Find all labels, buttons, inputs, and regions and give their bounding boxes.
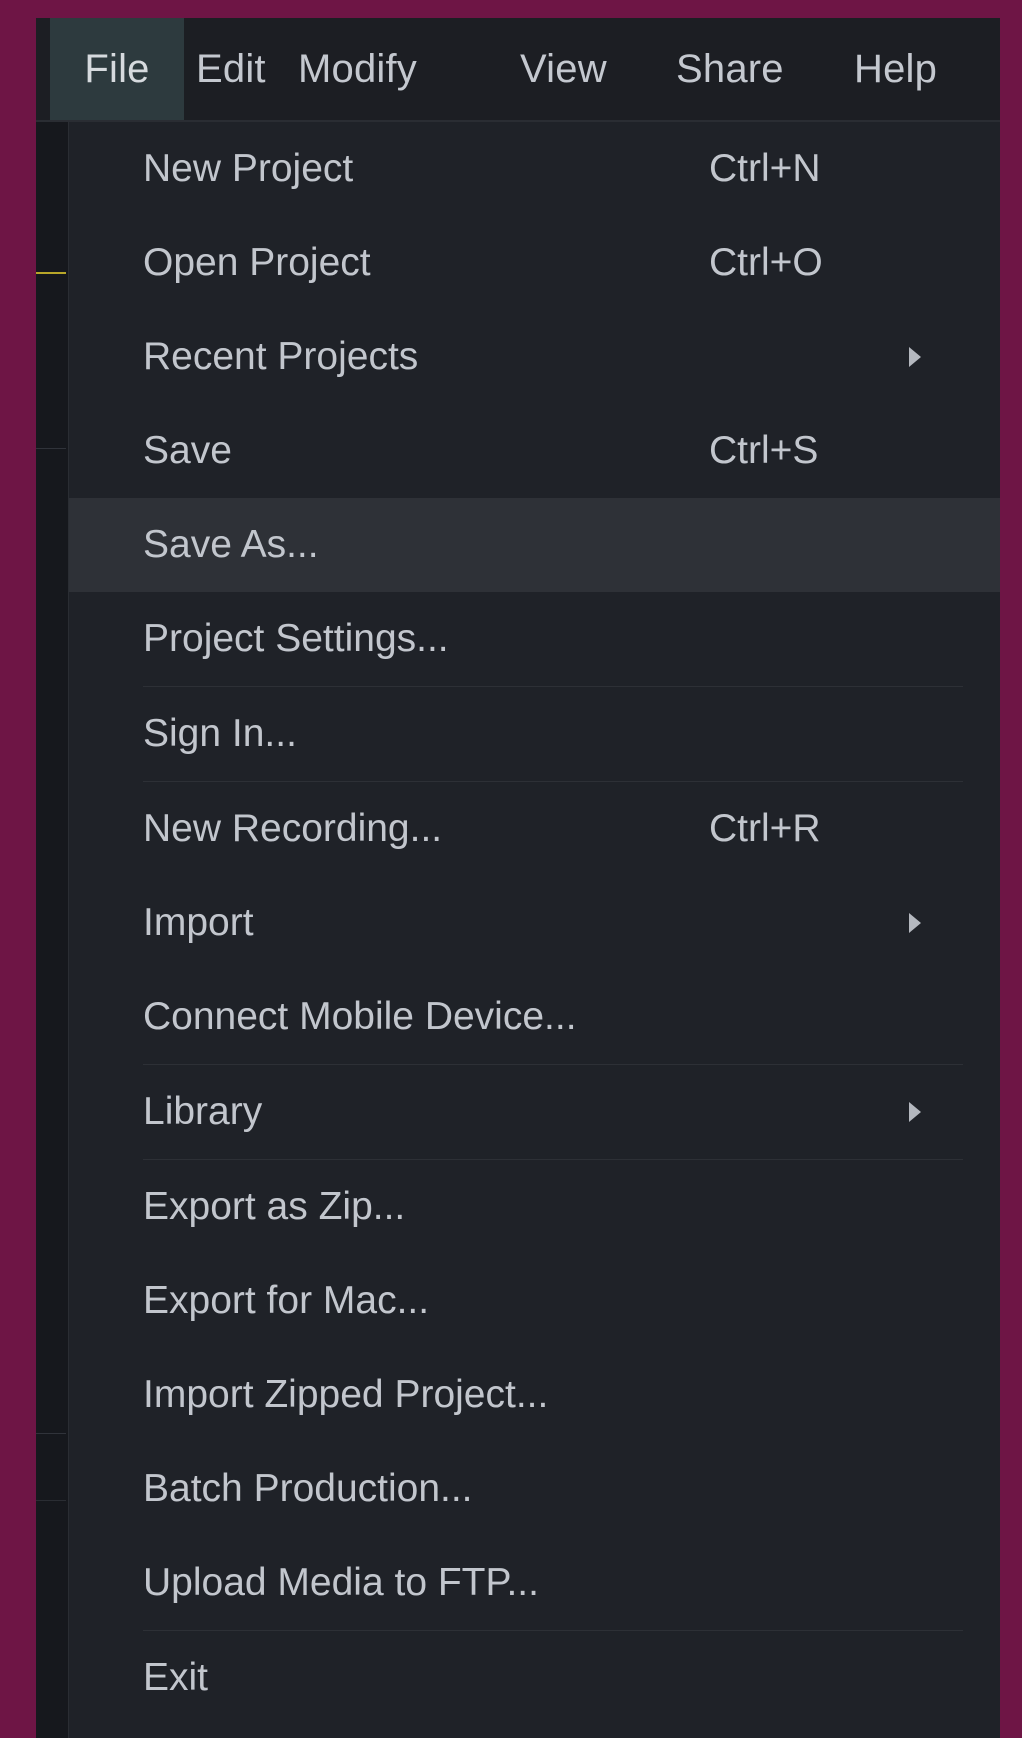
menu-item-label: Recent Projects [143,335,419,378]
menu-item-label: Exit [143,1656,209,1699]
menu-item-recent-projects[interactable]: Recent Projects [69,310,1000,404]
menu-item-shortcut: Ctrl+S [709,429,819,472]
menu-item-label: Library [143,1090,263,1133]
menu-item-label: Export as Zip... [143,1185,406,1228]
menu-item-label: Batch Production... [143,1467,473,1510]
menu-item-connect-mobile-device[interactable]: Connect Mobile Device... [69,970,1000,1064]
menu-edit[interactable]: Edit [196,18,266,120]
menu-item-import[interactable]: Import [69,876,1000,970]
menu-item-shortcut: Ctrl+R [709,807,821,850]
menu-item-new-recording[interactable]: New Recording... Ctrl+R [69,782,1000,876]
chevron-right-icon [909,913,921,933]
menu-view[interactable]: View [520,18,607,120]
menu-item-label: Project Settings... [143,617,449,660]
menu-item-label: New Recording... [143,807,443,850]
panel-divider [36,1433,66,1434]
menu-item-shortcut: Ctrl+O [709,241,823,284]
menu-item-import-zipped-project[interactable]: Import Zipped Project... [69,1348,1000,1442]
app-window: File Edit Modify View Share Help New Pro… [36,18,1000,1738]
menu-item-project-settings[interactable]: Project Settings... [69,592,1000,686]
panel-divider [36,448,66,449]
chevron-right-icon [909,1102,921,1122]
menu-item-batch-production[interactable]: Batch Production... [69,1442,1000,1536]
menu-item-label: Save [143,429,232,472]
menu-item-label: Import [143,901,254,944]
menu-item-exit[interactable]: Exit [69,1631,1000,1725]
menu-item-new-project[interactable]: New Project Ctrl+N [69,122,1000,216]
menu-share[interactable]: Share [676,18,784,120]
menubar: File Edit Modify View Share Help [36,18,1000,122]
menu-item-label: Connect Mobile Device... [143,995,577,1038]
menu-modify[interactable]: Modify [298,18,417,120]
timeline-marker [36,272,66,274]
menu-item-library[interactable]: Library [69,1065,1000,1159]
menu-item-save-as[interactable]: Save As... [69,498,1000,592]
menu-item-upload-media-to-ftp[interactable]: Upload Media to FTP... [69,1536,1000,1630]
menu-help[interactable]: Help [854,18,937,120]
file-menu-dropdown: New Project Ctrl+N Open Project Ctrl+O R… [68,122,1000,1738]
menu-item-label: Sign In... [143,712,297,755]
menu-item-label: Save As... [143,523,319,566]
menu-item-save[interactable]: Save Ctrl+S [69,404,1000,498]
menu-item-shortcut: Ctrl+N [709,147,821,190]
chevron-right-icon [909,347,921,367]
menu-item-export-for-mac[interactable]: Export for Mac... [69,1254,1000,1348]
menu-file[interactable]: File [50,18,184,120]
menu-item-label: Export for Mac... [143,1279,430,1322]
menu-item-open-project[interactable]: Open Project Ctrl+O [69,216,1000,310]
menu-item-export-as-zip[interactable]: Export as Zip... [69,1160,1000,1254]
menu-item-sign-in[interactable]: Sign In... [69,687,1000,781]
menu-item-label: Open Project [143,241,371,284]
panel-divider [36,1500,66,1501]
menu-item-label: Upload Media to FTP... [143,1561,539,1604]
menu-item-label: Import Zipped Project... [143,1373,549,1416]
menu-item-label: New Project [143,147,354,190]
